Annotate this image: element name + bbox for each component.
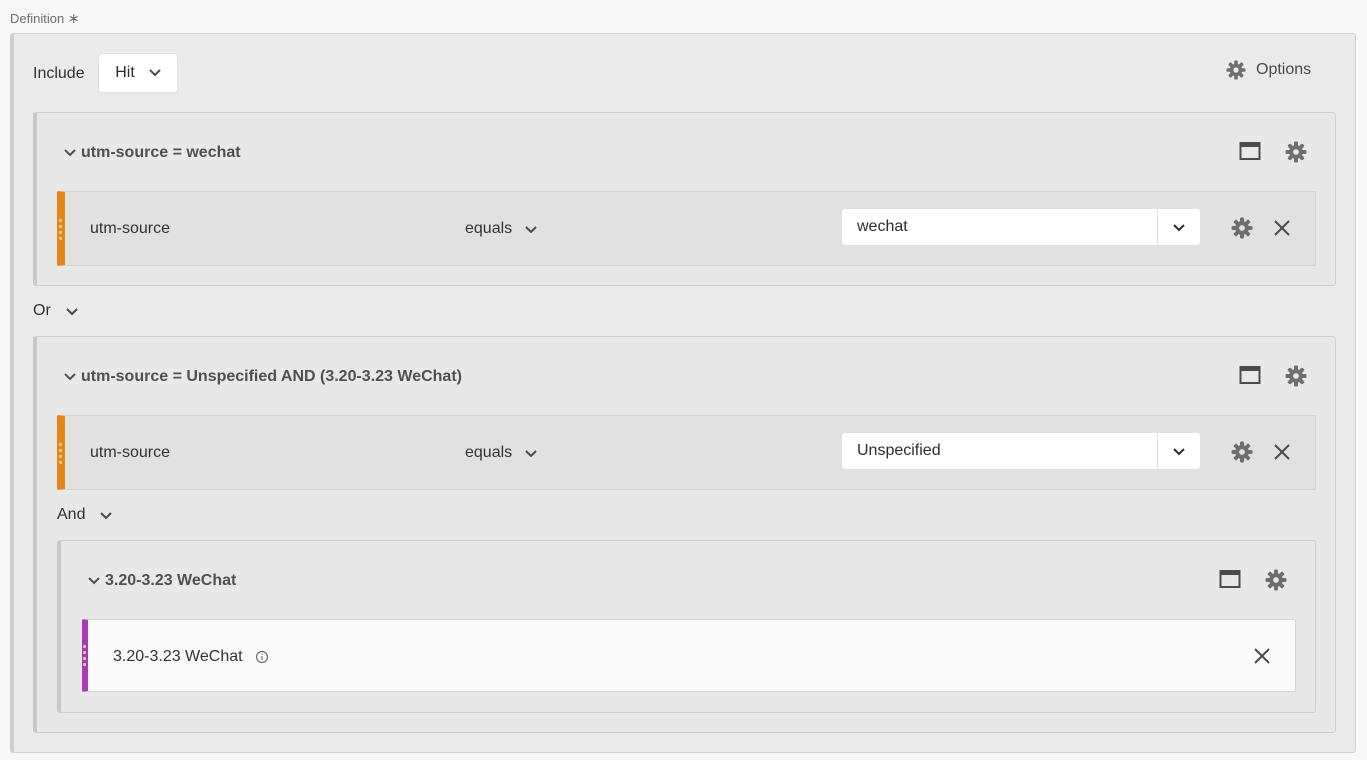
container-2-title-text: utm-source = Unspecified AND (3.20-3.23 … (81, 368, 462, 385)
required-mark: ∗ (67, 10, 80, 26)
options-label: Options (1256, 61, 1312, 78)
value-dropdown-button[interactable] (1157, 433, 1200, 469)
segment-name-text: 3.20-3.23 WeChat (113, 648, 243, 665)
rule-2-value-combobox[interactable]: Unspecified (841, 432, 1201, 470)
rule-1-value: wechat (857, 218, 908, 235)
chevron-down-icon (525, 225, 537, 233)
gear-icon[interactable] (1231, 441, 1253, 463)
definition-text: Definition (10, 11, 65, 26)
collapse-window-icon[interactable] (1239, 365, 1261, 385)
or-dropdown[interactable]: Or (33, 302, 79, 320)
or-label: Or (33, 302, 51, 319)
nested-container-title[interactable]: 3.20-3.23 WeChat (87, 572, 236, 590)
container-1-title[interactable]: utm-source = wechat (63, 144, 241, 162)
rule-1-operator: equals (465, 220, 513, 237)
rule-1-dimension: utm-source (90, 220, 171, 237)
value-dropdown-button[interactable] (1157, 209, 1200, 245)
segment-name: 3.20-3.23 WeChat (113, 648, 269, 666)
rule-2-value: Unspecified (857, 442, 941, 459)
hit-dropdown[interactable]: Hit (98, 53, 178, 93)
drag-handle-icon[interactable] (59, 219, 63, 240)
chevron-down-icon (1173, 223, 1185, 231)
gear-icon[interactable] (1265, 569, 1287, 591)
gear-icon[interactable] (1285, 141, 1307, 163)
close-icon[interactable] (1273, 219, 1291, 237)
chevron-down-icon (100, 511, 113, 519)
and-label: And (57, 506, 86, 523)
close-icon[interactable] (1273, 443, 1291, 461)
chevron-down-icon (64, 373, 76, 381)
gear-icon[interactable] (1231, 217, 1253, 239)
info-icon[interactable] (255, 650, 269, 664)
container-1-title-text: utm-source = wechat (81, 144, 241, 161)
gear-icon (1226, 60, 1246, 80)
collapse-window-icon[interactable] (1219, 569, 1241, 589)
drag-handle-icon[interactable] (59, 443, 63, 464)
close-icon[interactable] (1253, 647, 1271, 665)
drag-handle-icon[interactable] (83, 645, 87, 666)
hit-value: Hit (115, 64, 135, 81)
nested-container-title-text: 3.20-3.23 WeChat (105, 572, 237, 589)
container-2-title[interactable]: utm-source = Unspecified AND (3.20-3.23 … (63, 368, 462, 386)
definition-label: Definition ∗ (10, 10, 80, 27)
chevron-down-icon (64, 149, 76, 157)
and-dropdown[interactable]: And (57, 506, 113, 524)
gear-icon[interactable] (1285, 365, 1307, 387)
chevron-down-icon (88, 577, 100, 585)
chevron-down-icon (1173, 447, 1185, 455)
rule-1-value-combobox[interactable]: wechat (841, 208, 1201, 246)
options-button[interactable]: Options (1226, 60, 1311, 80)
include-label: Include (33, 65, 85, 82)
rule-2-operator-dropdown[interactable]: equals (465, 444, 538, 462)
collapse-window-icon[interactable] (1239, 141, 1261, 161)
rule-2-dimension: utm-source (90, 444, 171, 461)
rule-2-operator: equals (465, 444, 513, 461)
chevron-down-icon (66, 307, 78, 315)
rule-1-operator-dropdown[interactable]: equals (465, 220, 538, 238)
chevron-down-icon (149, 69, 161, 77)
chevron-down-icon (525, 449, 537, 457)
